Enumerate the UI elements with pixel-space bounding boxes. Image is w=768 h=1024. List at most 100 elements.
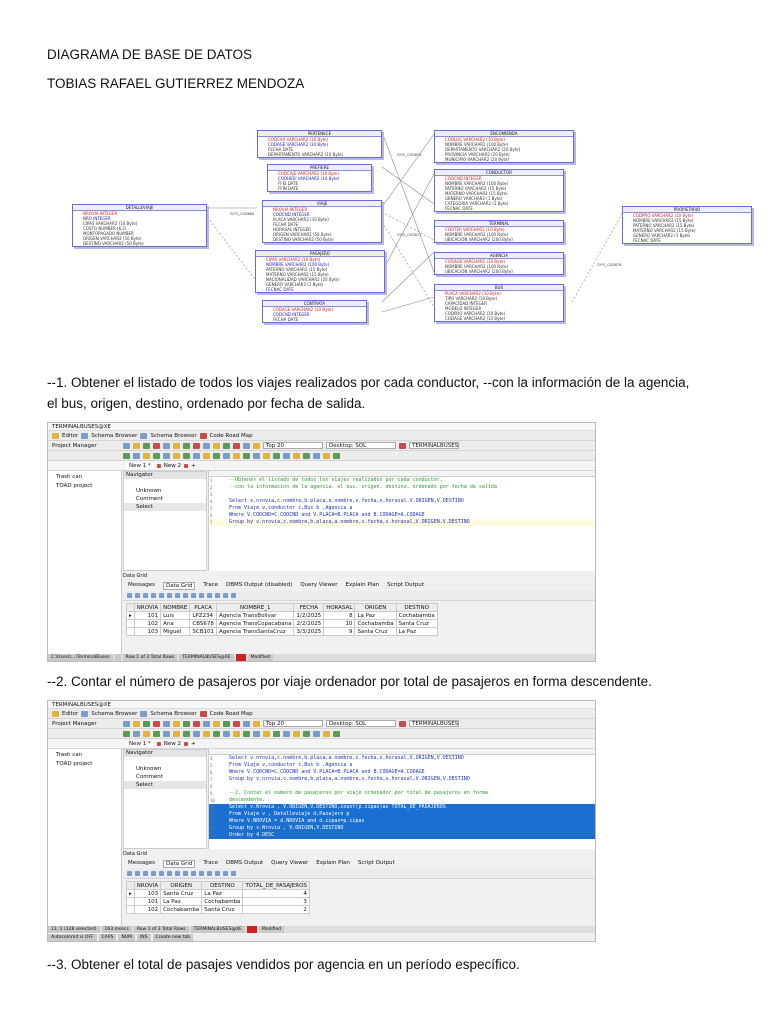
grid-nav-icon[interactable] — [143, 593, 148, 598]
toolbar-icon[interactable] — [123, 442, 130, 449]
result-tab[interactable]: Trace — [203, 582, 218, 590]
grid-nav-icon[interactable] — [231, 871, 236, 876]
column-header[interactable]: ORIGEN — [160, 881, 203, 890]
grid-nav-icon[interactable] — [127, 871, 132, 876]
toolbar-icon[interactable] — [283, 730, 290, 737]
toolbar-icon[interactable] — [193, 730, 200, 737]
navigator-item[interactable]: Unknown — [124, 487, 206, 495]
toolbar-icon[interactable] — [313, 730, 320, 737]
toolbar-icon[interactable] — [173, 442, 180, 449]
table-row[interactable]: 102 Cochabamba Santa Cruz 2 — [126, 905, 310, 914]
table-cell[interactable]: 2/2/2025 — [293, 619, 325, 628]
column-header[interactable]: PLACA — [189, 603, 217, 612]
grid-nav-icon[interactable] — [223, 871, 228, 876]
close-icon[interactable] — [184, 463, 188, 468]
column-header[interactable]: FECHA — [293, 603, 325, 612]
toolbar-icon[interactable] — [123, 730, 130, 737]
grid-nav-icon[interactable] — [183, 593, 188, 598]
table-cell[interactable]: 101 — [133, 897, 162, 906]
table-cell[interactable]: Cochabamba — [160, 905, 203, 914]
toolbar-icon[interactable] — [133, 452, 140, 459]
toolbar-icon[interactable] — [253, 442, 260, 449]
toolbar-icon[interactable] — [243, 442, 250, 449]
toolbar-icon[interactable] — [193, 452, 200, 459]
grid-nav-icon[interactable] — [207, 593, 212, 598]
toolbar-icon[interactable] — [203, 452, 210, 459]
table-cell[interactable]: Cochabamba — [201, 897, 244, 906]
navigator-item[interactable]: Select — [124, 503, 206, 511]
table-cell[interactable]: La Paz — [201, 889, 244, 898]
result-tab[interactable]: Script Output — [358, 860, 395, 868]
table-row[interactable]: 102 Ana CBS678 Agencia TransCopacabana 2/2/2… — [126, 619, 438, 628]
grid-nav-icon[interactable] — [231, 593, 236, 598]
toolbar-icon[interactable] — [293, 730, 300, 737]
toolbar-icon[interactable] — [143, 720, 150, 727]
toolbar-icon[interactable] — [183, 720, 190, 727]
grid-nav-icon[interactable] — [167, 871, 172, 876]
table-cell[interactable]: Ana — [160, 619, 191, 628]
grid-nav-icon[interactable] — [175, 871, 180, 876]
result-tab[interactable]: Query Viewer — [300, 582, 337, 590]
project-item[interactable]: TOAD project — [48, 483, 121, 489]
grid-nav-icon[interactable] — [143, 871, 148, 876]
result-tab[interactable]: Explain Plan — [316, 860, 350, 868]
toolbar-icon[interactable] — [213, 720, 220, 727]
toolbar-icon[interactable] — [243, 730, 250, 737]
table-cell[interactable]: La Paz — [354, 611, 397, 620]
table-cell[interactable]: 102 — [133, 905, 162, 914]
grid-nav-icon[interactable] — [223, 593, 228, 598]
column-header[interactable]: HORASAL — [323, 603, 356, 612]
navigator-item[interactable]: Comment — [124, 495, 206, 503]
toolbar-icon[interactable] — [193, 720, 200, 727]
toolbar-icon[interactable] — [173, 730, 180, 737]
toolbar-icon[interactable] — [153, 442, 160, 449]
navigator-item[interactable]: Select — [124, 781, 206, 789]
toolbar-icon[interactable] — [333, 452, 340, 459]
toolbar-icon[interactable] — [163, 720, 170, 727]
table-cell[interactable]: Agencia TransSantaCruz — [215, 627, 295, 636]
table-cell[interactable]: 10 — [323, 619, 356, 628]
grid-nav-icon[interactable] — [191, 593, 196, 598]
table-row[interactable]: ▸ 103 Santa Cruz La Paz 4 — [126, 889, 310, 898]
toolbar-icon[interactable] — [123, 720, 130, 727]
table-cell[interactable]: Luis — [160, 611, 191, 620]
column-header[interactable]: DESTINO — [201, 881, 244, 890]
tab-new-1[interactable]: New 1 * — [126, 462, 154, 469]
table-cell[interactable]: 102 — [133, 619, 162, 628]
grid-nav-icon[interactable] — [151, 593, 156, 598]
toolbar-icon[interactable] — [163, 452, 170, 459]
toolbar-icon[interactable] — [133, 442, 140, 449]
toolbar-icon[interactable] — [243, 720, 250, 727]
table-cell[interactable]: Santa Cruz — [160, 889, 203, 898]
toolbar-icon[interactable] — [233, 452, 240, 459]
toolbar-icon[interactable] — [213, 442, 220, 449]
top-rows-select[interactable]: Top 20 — [263, 720, 323, 727]
toolbar-icon[interactable] — [399, 720, 406, 727]
toolbar-icon[interactable] — [253, 730, 260, 737]
table-cell[interactable]: 2 — [242, 905, 310, 914]
result-tab[interactable]: DBMS Output (disabled) — [226, 582, 292, 590]
result-tab[interactable]: Data Grid — [162, 582, 196, 590]
table-cell[interactable]: LPZ234 — [189, 611, 217, 620]
toolbar-icon[interactable] — [143, 730, 150, 737]
toolbar-icon[interactable] — [399, 442, 406, 449]
toolbar-icon[interactable] — [253, 452, 260, 459]
grid-nav-icon[interactable] — [191, 871, 196, 876]
table-cell[interactable]: Santa Cruz — [395, 619, 438, 628]
toolbar-icon[interactable] — [123, 452, 130, 459]
grid-nav-icon[interactable] — [215, 593, 220, 598]
table-cell[interactable]: 103 — [133, 627, 162, 636]
column-header[interactable]: NROVIA — [133, 881, 162, 890]
toolbar-icon[interactable] — [313, 452, 320, 459]
grid-nav-icon[interactable] — [167, 593, 172, 598]
connection-select[interactable]: TERMINALBUSES — [409, 720, 459, 727]
result-tab[interactable]: Trace — [203, 860, 218, 868]
table-cell[interactable]: 9 — [323, 627, 356, 636]
navigator-item[interactable]: Comment — [124, 773, 206, 781]
editor-button[interactable]: Editor — [62, 711, 78, 717]
toolbar-icon[interactable] — [173, 452, 180, 459]
table-row[interactable]: 101 La Paz Cochabamba 3 — [126, 897, 310, 906]
table-row[interactable]: 103 Miguel SCB101 Agencia TransSantaCruz 3/3… — [126, 627, 438, 636]
tab-new-1[interactable]: New 1 * — [126, 740, 154, 747]
grid-nav-icon[interactable] — [183, 871, 188, 876]
